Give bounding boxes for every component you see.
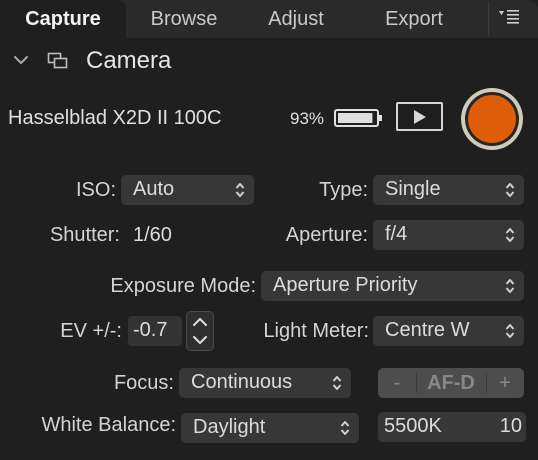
af-increase-button[interactable]: +: [486, 368, 524, 398]
aperture-select[interactable]: f/4: [373, 220, 524, 250]
record-button-ring: [465, 92, 519, 146]
capture-record-button[interactable]: [461, 88, 523, 150]
section-title: Camera: [86, 47, 172, 74]
shutter-label: Shutter:: [49, 224, 120, 246]
type-value: Single: [385, 178, 441, 200]
white-balance-value: Daylight: [193, 416, 266, 438]
tab-adjust[interactable]: Adjust: [242, 0, 350, 38]
kelvin-input[interactable]: 5500K: [384, 415, 442, 438]
tab-capture[interactable]: Capture: [0, 0, 126, 38]
updown-arrows-icon: [340, 421, 350, 435]
shutter-value: 1/60: [133, 224, 172, 246]
updown-arrows-icon: [332, 376, 342, 390]
camera-model-name: Hasselblad X2D II 100C: [8, 107, 222, 129]
play-button[interactable]: [396, 102, 443, 131]
light-meter-label: Light Meter:: [263, 320, 369, 342]
ev-stepper: [186, 311, 214, 351]
aperture-value: f/4: [385, 223, 408, 245]
battery-percentage: 93%: [290, 109, 325, 128]
type-label: Type:: [319, 179, 368, 201]
tab-bar: Capture Browse Adjust Export: [0, 0, 538, 38]
camera-windows-icon: [47, 52, 68, 69]
type-select[interactable]: Single: [373, 175, 524, 205]
exposure-mode-select[interactable]: Aperture Priority: [261, 271, 524, 301]
af-drive-control: - AF-D +: [378, 368, 524, 398]
updown-arrows-icon: [505, 228, 515, 242]
aperture-label: Aperture:: [285, 224, 368, 246]
exposure-mode-value: Aperture Priority: [273, 274, 418, 296]
white-balance-select[interactable]: Daylight: [181, 413, 359, 443]
tab-browse[interactable]: Browse: [126, 0, 242, 38]
ev-increment-button[interactable]: [187, 312, 213, 331]
tint-input[interactable]: 10: [500, 415, 522, 438]
camera-section-header[interactable]: Camera: [0, 38, 538, 84]
record-button-core: [468, 95, 516, 143]
updown-arrows-icon: [235, 183, 245, 197]
ev-label: EV +/-:: [60, 320, 122, 342]
tab-divider: [488, 2, 489, 36]
chevron-down-icon: [14, 56, 28, 64]
white-balance-fields: 5500K 10: [378, 412, 526, 442]
light-meter-select[interactable]: Centre W: [373, 316, 524, 346]
camera-capture-panel: Capture Browse Adjust Export Camera Hass…: [0, 0, 538, 460]
updown-arrows-icon: [505, 324, 515, 338]
focus-label: Focus:: [113, 372, 174, 394]
chevron-up-icon: [192, 317, 208, 327]
list-menu-icon: [499, 10, 519, 24]
ev-input[interactable]: -0.7: [128, 316, 182, 346]
iso-label: ISO:: [75, 179, 116, 201]
focus-select[interactable]: Continuous: [179, 368, 351, 398]
chevron-down-icon: [192, 335, 208, 345]
light-meter-value: Centre W: [385, 319, 470, 341]
tab-export[interactable]: Export: [350, 0, 478, 38]
iso-select[interactable]: Auto: [121, 175, 254, 205]
updown-arrows-icon: [505, 279, 515, 293]
ev-decrement-button[interactable]: [187, 331, 213, 350]
focus-value: Continuous: [191, 371, 293, 393]
white-balance-label: White Balance:: [41, 414, 176, 436]
exposure-mode-label: Exposure Mode:: [110, 275, 256, 297]
panel-menu-button[interactable]: [490, 0, 538, 38]
iso-value: Auto: [133, 178, 175, 200]
af-decrease-button[interactable]: -: [378, 368, 416, 398]
battery-icon: [334, 109, 382, 127]
af-mode-button[interactable]: AF-D: [416, 368, 486, 398]
updown-arrows-icon: [505, 183, 515, 197]
play-icon: [414, 110, 426, 124]
battery-level-fill: [338, 113, 373, 123]
ev-value: -0.7: [133, 319, 168, 341]
